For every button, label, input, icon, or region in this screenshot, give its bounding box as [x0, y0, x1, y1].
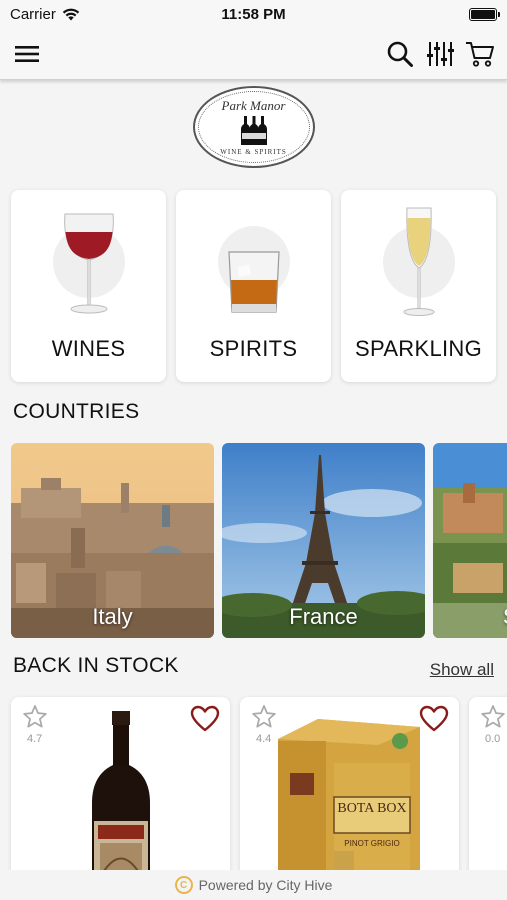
nav-actions [385, 39, 495, 69]
status-bar: Carrier 11:58 PM [0, 0, 507, 28]
heart-icon[interactable] [190, 705, 220, 733]
category-card-wines[interactable]: WINES [11, 190, 166, 382]
wifi-icon [62, 8, 80, 20]
whiskey-glass-icon [227, 251, 280, 313]
country-label: S [503, 604, 507, 630]
logo-name: Park Manor [221, 98, 286, 113]
battery-icon [469, 7, 500, 21]
star-icon[interactable] [479, 703, 507, 731]
countries-section-title: COUNTRIES [13, 400, 140, 423]
spain-park-image [433, 443, 507, 638]
wine-glass-icon [63, 213, 114, 314]
category-label: SPIRITS [209, 336, 298, 361]
store-logo[interactable]: Park Manor WINE & SPIRITS [192, 86, 315, 168]
product-rating: 4.7 [27, 733, 43, 745]
product-rating: 0.0 [485, 733, 501, 745]
search-icon [387, 41, 413, 67]
category-card-sparkling[interactable]: SPARKLING [341, 190, 496, 382]
heart-icon[interactable] [419, 705, 449, 733]
hamburger-menu-icon [15, 45, 39, 62]
country-card-france[interactable]: France [222, 443, 425, 638]
status-left: Carrier [10, 6, 80, 23]
bota-box-wine-image: BOTA BOX PINOT GRIGIO [278, 719, 420, 887]
country-card-italy[interactable]: Italy [11, 443, 214, 638]
cart-button[interactable] [465, 39, 495, 69]
wine-bottle-image [92, 711, 150, 887]
product-carousel[interactable]: 4.7 4.4 BOTA BOX PINOT GRIGIO 0.0 [11, 697, 507, 887]
product-card[interactable]: 0.0 [469, 697, 507, 887]
category-label: WINES [51, 336, 126, 361]
country-card-spain[interactable]: S [433, 443, 507, 638]
store-logo-wrap: Park Manor WINE & SPIRITS [0, 86, 507, 168]
filter-sliders-icon [427, 41, 454, 66]
top-nav-bar [0, 28, 507, 80]
country-carousel[interactable]: Italy France [11, 443, 507, 638]
hamburger-menu-button[interactable] [12, 39, 42, 69]
back-in-stock-section-title: BACK IN STOCK [13, 654, 179, 677]
country-label: France [289, 604, 358, 629]
category-card-spirits[interactable]: SPIRITS [176, 190, 331, 382]
champagne-flute-icon [403, 207, 434, 316]
logo-tagline: WINE & SPIRITS [220, 148, 287, 156]
category-label: SPARKLING [355, 336, 482, 361]
product-rating: 4.4 [256, 733, 272, 745]
filter-button[interactable] [425, 39, 455, 69]
star-icon[interactable] [21, 703, 49, 731]
city-hive-logo-icon: C [174, 876, 193, 894]
show-all-link[interactable]: Show all [430, 660, 494, 680]
product-card[interactable]: 4.4 BOTA BOX PINOT GRIGIO [240, 697, 459, 887]
footer-text: Powered by City Hive [198, 877, 333, 893]
wine-bottles-icon [240, 116, 267, 145]
country-label: Italy [92, 604, 133, 629]
star-icon[interactable] [250, 703, 278, 731]
powered-by-footer: C Powered by City Hive [0, 870, 507, 900]
carrier-label: Carrier [10, 5, 56, 23]
box-variety-label: PINOT GRIGIO [344, 839, 400, 848]
search-button[interactable] [385, 39, 415, 69]
product-card[interactable]: 4.7 [11, 697, 230, 887]
category-row: WINES SPIRITS SPARKLING [11, 190, 496, 382]
cart-icon [466, 41, 494, 67]
box-brand-label: BOTA BOX [337, 801, 407, 816]
